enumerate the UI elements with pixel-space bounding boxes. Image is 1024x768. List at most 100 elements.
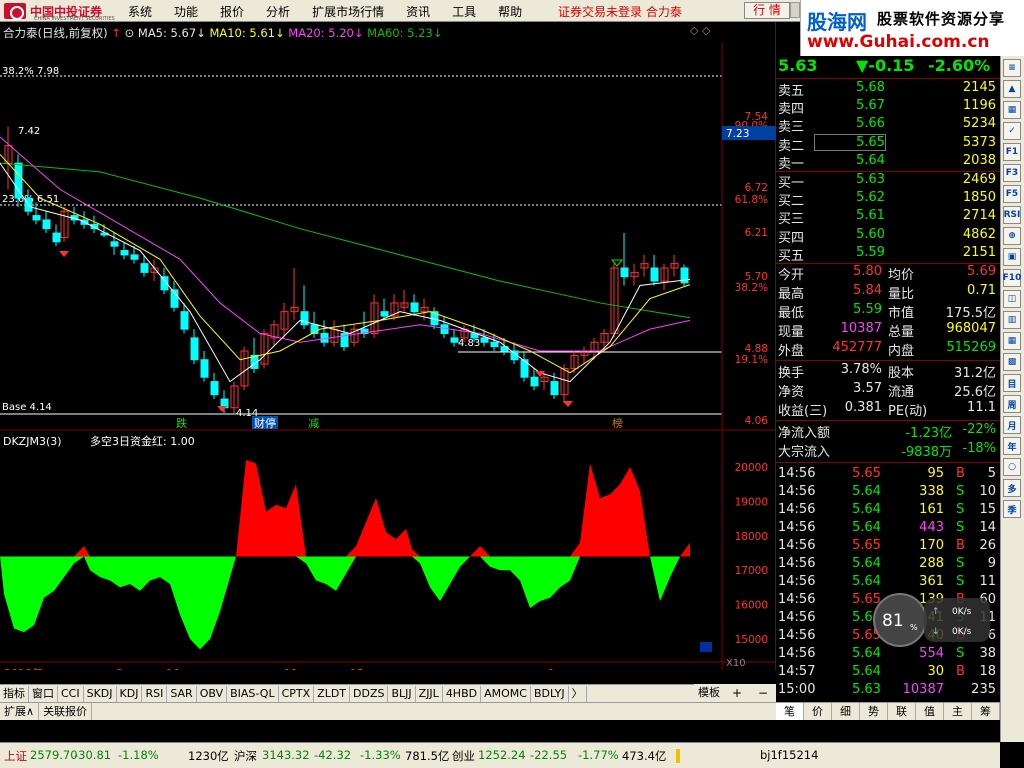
tick-time: 14:56 [778, 520, 816, 535]
indicator-tab[interactable]: 指标 [0, 685, 29, 702]
event-marker[interactable]: 榜 [612, 416, 623, 430]
toolbar-icon[interactable]: F3 [1003, 164, 1021, 182]
toolbar-icon[interactable]: 月 [1003, 416, 1021, 434]
indicator-tab[interactable]: DDZS [350, 685, 389, 702]
tick-price: 5.63 [852, 682, 881, 697]
indicator-scale: X10 [726, 658, 746, 669]
indicator-tab[interactable]: BIAS-QL [227, 685, 279, 702]
bid-volume: 2714 [962, 208, 996, 224]
toolbar-icon[interactable]: ▩ [1003, 353, 1021, 371]
candle-body [32, 215, 41, 221]
x-axis-label: 12 [350, 667, 364, 670]
download-icon: ↓ [932, 627, 940, 637]
toolbar-icon[interactable]: ▦ [1003, 101, 1021, 119]
tick-volume: 288 [919, 556, 944, 571]
panel-tab[interactable]: 细 [832, 703, 860, 720]
indicator-tab[interactable]: SKDJ [84, 685, 117, 702]
toolbar-icon[interactable]: 目 [1003, 374, 1021, 392]
menu-item[interactable]: 功能 [174, 3, 198, 20]
toolbar-icon[interactable]: F1 [1003, 143, 1021, 161]
panel-tab[interactable]: 筹 [972, 703, 1000, 720]
menu-item[interactable]: 扩展市场行情 [312, 3, 384, 20]
indicator-tab[interactable]: SAR [167, 685, 197, 702]
panel-tab[interactable]: 联 [888, 703, 916, 720]
expand-tab[interactable]: 扩展∧ [0, 703, 40, 720]
toolbar-icon[interactable]: ▣ [1003, 248, 1021, 266]
event-marker[interactable]: 减 [308, 417, 319, 430]
panel-tab[interactable]: 值 [916, 703, 944, 720]
toolbar-icon[interactable]: ≡ [1003, 59, 1021, 77]
panel-tab[interactable]: 价 [804, 703, 832, 720]
window-control[interactable] [790, 2, 800, 18]
kline-chart-panel[interactable]: 合力泰(日线,前复权) ↑ ⊙ MA5: 5.67↓ MA10: 5.61↓ M… [0, 22, 776, 670]
toolbar-icon[interactable]: ▲ [1003, 80, 1021, 98]
menu-item[interactable]: 系统 [128, 3, 152, 20]
indicator-tab-bar: 指标 窗口 CCI SKDJ KDJ RSI SAR OBV BIAS-QL CPTX ZLDT DD… [0, 684, 776, 702]
quote-button[interactable]: 行 情 [744, 2, 790, 19]
menu-item[interactable]: 分析 [266, 3, 290, 20]
panel-tab[interactable]: 势 [860, 703, 888, 720]
toolbar-icon[interactable]: F5 [1003, 185, 1021, 203]
bid-volume: 2469 [962, 172, 996, 187]
toolbar-icon[interactable]: 周 [1003, 395, 1021, 413]
indicator-tab[interactable]: CPTX [279, 685, 315, 702]
panel-tab[interactable]: 主 [944, 703, 972, 720]
tick-volume: 161 [919, 502, 944, 517]
toolbar-icon[interactable]: ▥ [1003, 311, 1021, 329]
toolbar-icon[interactable]: 多 [1003, 479, 1021, 497]
candle-body [180, 311, 189, 330]
period-label[interactable]: 日线 [738, 669, 760, 670]
ask-row: 卖二 5.65 5373 [776, 135, 1000, 154]
bid-label: 买五 [778, 248, 805, 264]
candle-body [650, 267, 659, 282]
candle-body [120, 250, 129, 256]
tick-time: 14:56 [778, 592, 816, 607]
indicator-tab[interactable]: KDJ [117, 685, 143, 702]
stock-terminal-window: 中国中投证券 CHINA INVESTMENT SECURITIES 系统 功能 报… [0, 0, 1024, 768]
candle-body [410, 302, 419, 313]
toolbar-icon[interactable]: F10 [1003, 269, 1021, 287]
indicator-tab[interactable]: RSI [142, 685, 168, 702]
kline-svg: 7.5490.0%6.7261.8%6.215.7038.2%4.8819.1%… [0, 42, 776, 670]
toolbar-icon[interactable]: 季 [1003, 500, 1021, 518]
toolbar-icon[interactable]: ○ [1003, 458, 1021, 476]
indicator-tab[interactable]: AMOMC [481, 685, 531, 702]
panel-tab[interactable]: 笔 [776, 703, 804, 720]
sz-percent: -1.33% [360, 748, 401, 762]
toolbar-icon[interactable]: ⊕ [1003, 227, 1021, 245]
indicator-tab[interactable]: BDLYJ [531, 685, 569, 702]
zoom-in-button[interactable]: + [732, 684, 742, 702]
menu-item[interactable]: 报价 [220, 3, 244, 20]
candle-body [110, 241, 119, 247]
scroll-marker[interactable] [700, 642, 712, 652]
candle-body [450, 337, 459, 343]
menu-item[interactable]: 资讯 [406, 3, 430, 20]
indicator-tab[interactable]: BLJJ [388, 685, 416, 702]
indicator-tab[interactable]: 〉 [569, 685, 587, 702]
tick-time: 14:56 [778, 466, 816, 481]
zoom-out-button[interactable]: − [758, 684, 768, 702]
indicator-tab[interactable]: ZLDT [314, 685, 351, 702]
related-quote-tab[interactable]: 关联报价 [39, 703, 93, 720]
stat-label: 股本 [888, 366, 915, 381]
indicator-tab[interactable]: OBV [197, 685, 228, 702]
stat-label: 市值 [888, 306, 915, 321]
indicator-tab[interactable]: ZJJL [416, 685, 443, 702]
toolbar-icon[interactable]: RSI [1003, 206, 1021, 224]
tick-count: 11 [979, 574, 996, 589]
buy-arrow-icon [59, 251, 69, 257]
toolbar-icon[interactable]: 年 [1003, 437, 1021, 455]
indicator-tab[interactable]: 窗口 [29, 685, 58, 702]
menu-item[interactable]: 工具 [452, 3, 476, 20]
toolbar-icon[interactable]: ▦ [1003, 332, 1021, 350]
indicator-tab[interactable]: CCI [58, 685, 84, 702]
event-marker[interactable]: 跌 [176, 416, 187, 430]
template-button[interactable]: 模板 [694, 684, 724, 702]
selected-ask-box [814, 134, 886, 151]
toolbar-icon[interactable]: ✓ [1003, 122, 1021, 140]
menu-item[interactable]: 帮助 [498, 3, 522, 20]
indicator-tab[interactable]: 4HBD [443, 685, 482, 702]
flow-percent: -18% [962, 441, 996, 456]
event-marker[interactable]: 财停 [254, 416, 276, 430]
toolbar-icon[interactable]: ◫ [1003, 290, 1021, 308]
